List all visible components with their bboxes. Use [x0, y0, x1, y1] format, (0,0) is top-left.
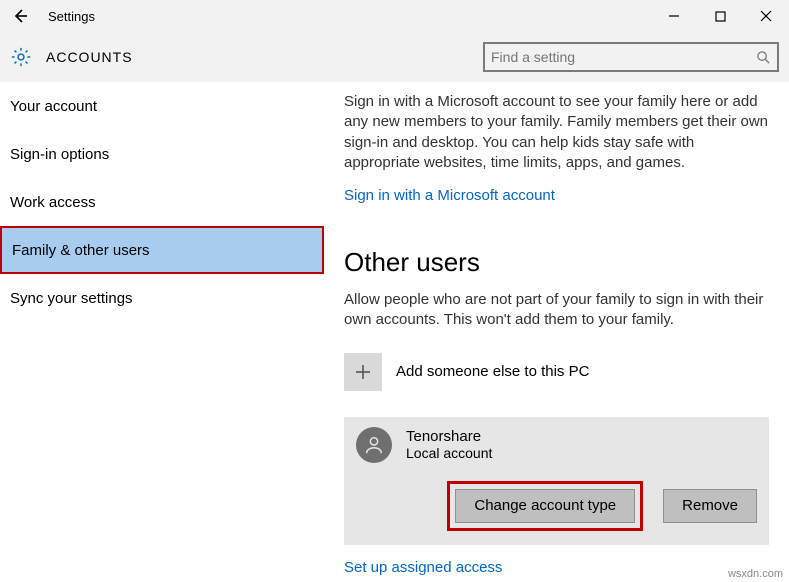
sidebar-item-label: Work access — [10, 194, 96, 211]
user-account-type: Local account — [406, 445, 492, 461]
minimize-button[interactable] — [651, 0, 697, 32]
maximize-icon — [715, 11, 726, 22]
change-account-type-button[interactable]: Change account type — [455, 489, 635, 523]
header: ACCOUNTS — [0, 32, 789, 82]
sidebar-item-family-other-users[interactable]: Family & other users — [0, 226, 324, 274]
other-users-heading: Other users — [344, 247, 769, 278]
search-icon — [756, 50, 771, 65]
add-user-label: Add someone else to this PC — [396, 363, 589, 380]
arrow-left-icon — [12, 8, 28, 24]
sidebar-item-work-access[interactable]: Work access — [0, 178, 324, 226]
avatar — [356, 427, 392, 463]
user-card[interactable]: Tenorshare Local account Change account … — [344, 417, 769, 545]
window-title: Settings — [40, 9, 95, 24]
sidebar-item-signin-options[interactable]: Sign-in options — [0, 130, 324, 178]
close-button[interactable] — [743, 0, 789, 32]
sidebar-item-label: Sync your settings — [10, 290, 133, 307]
highlight-frame: Change account type — [447, 481, 643, 531]
maximize-button[interactable] — [697, 0, 743, 32]
plus-tile — [344, 353, 382, 391]
section-title: ACCOUNTS — [46, 49, 133, 65]
search-box[interactable] — [483, 42, 779, 72]
window-controls — [651, 0, 789, 32]
sidebar-item-sync-settings[interactable]: Sync your settings — [0, 274, 324, 322]
close-icon — [760, 10, 772, 22]
user-name: Tenorshare — [406, 428, 492, 445]
add-user-row[interactable]: Add someone else to this PC — [344, 353, 769, 391]
assigned-access-link[interactable]: Set up assigned access — [344, 559, 502, 576]
signin-microsoft-link[interactable]: Sign in with a Microsoft account — [344, 187, 555, 204]
search-input[interactable] — [491, 49, 756, 65]
other-users-description: Allow people who are not part of your fa… — [344, 290, 769, 331]
user-summary: Tenorshare Local account — [356, 427, 757, 463]
remove-button[interactable]: Remove — [663, 489, 757, 523]
minimize-icon — [668, 10, 680, 22]
content: Your account Sign-in options Work access… — [0, 82, 789, 582]
main-panel: Sign in with a Microsoft account to see … — [324, 82, 789, 582]
titlebar: Settings — [0, 0, 789, 32]
person-icon — [363, 434, 385, 456]
watermark: wsxdn.com — [728, 568, 783, 580]
sidebar-item-label: Sign-in options — [10, 146, 109, 163]
sidebar: Your account Sign-in options Work access… — [0, 82, 324, 582]
family-description: Sign in with a Microsoft account to see … — [344, 92, 769, 173]
gear-icon — [8, 44, 34, 70]
plus-icon — [354, 363, 372, 381]
user-actions: Change account type Remove — [356, 481, 757, 531]
sidebar-item-your-account[interactable]: Your account — [0, 82, 324, 130]
back-button[interactable] — [0, 0, 40, 32]
sidebar-item-label: Family & other users — [12, 242, 150, 259]
sidebar-item-label: Your account — [10, 98, 97, 115]
user-text: Tenorshare Local account — [406, 428, 492, 461]
